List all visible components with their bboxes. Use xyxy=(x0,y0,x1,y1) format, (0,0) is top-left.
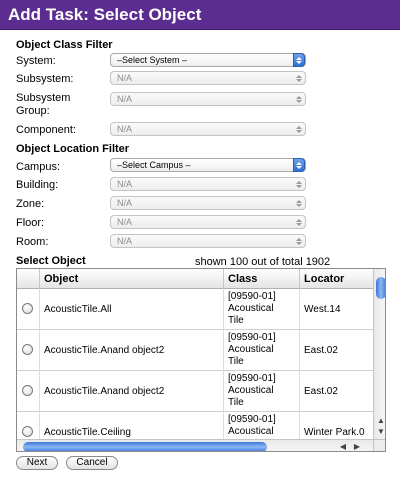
row-radio[interactable] xyxy=(22,303,33,314)
vertical-scroll-thumb[interactable] xyxy=(376,277,385,299)
locator-cell: East.02 xyxy=(299,371,373,412)
location-filter-heading: Object Location Filter xyxy=(16,143,130,155)
class-cell: [09590-01] Acoustical Tile xyxy=(223,371,299,412)
select-arrows-icon xyxy=(293,158,305,172)
system-label: System: xyxy=(16,55,56,67)
subsystem-label: Subsystem: xyxy=(16,73,74,85)
vertical-scrollbar[interactable]: ▲ ▼ xyxy=(373,269,385,439)
locator-cell: Winter Park.0 xyxy=(299,412,373,439)
campus-select-value: –Select Campus – xyxy=(117,160,191,170)
building-select-value: N/A xyxy=(117,179,133,189)
object-cell: AcousticTile.Ceiling xyxy=(39,412,223,439)
subsystem-group-select-value: N/A xyxy=(117,94,133,104)
radio-column-header xyxy=(17,269,39,289)
scroll-corner xyxy=(373,439,385,451)
cancel-button[interactable]: Cancel xyxy=(66,456,118,470)
component-select-value: N/A xyxy=(117,124,133,134)
floor-select-value: N/A xyxy=(117,217,133,227)
room-select[interactable]: N/A xyxy=(110,234,306,248)
select-arrows-icon xyxy=(293,122,305,136)
row-radio[interactable] xyxy=(22,344,33,355)
class-cell: [09590-01] Acoustical Tile xyxy=(223,330,299,371)
select-arrows-icon xyxy=(293,196,305,210)
object-cell: AcousticTile.Anand object2 xyxy=(39,371,223,412)
room-select-value: N/A xyxy=(117,236,133,246)
component-select[interactable]: N/A xyxy=(110,122,306,136)
select-arrows-icon xyxy=(293,177,305,191)
subsystem-group-label: Subsystem Group: xyxy=(16,92,71,117)
class-column-header[interactable]: Class xyxy=(223,269,299,289)
table-row[interactable]: AcousticTile.All [09590-01] Acoustical T… xyxy=(17,289,373,330)
select-arrows-icon xyxy=(293,53,305,67)
object-table: Object Class Locator AcousticTile.All [0… xyxy=(16,268,386,452)
locator-column-header[interactable]: Locator xyxy=(299,269,373,289)
subsystem-select[interactable]: N/A xyxy=(110,71,306,85)
campus-label: Campus: xyxy=(16,161,61,173)
shown-count: shown 100 out of total 1902 xyxy=(195,256,331,268)
table-header: Object Class Locator xyxy=(17,269,373,289)
object-column-header[interactable]: Object xyxy=(39,269,223,289)
zone-select[interactable]: N/A xyxy=(110,196,306,210)
class-cell: [09590-01] Acoustical xyxy=(223,412,299,439)
horizontal-scroll-thumb[interactable] xyxy=(23,442,267,451)
system-select[interactable]: –Select System – xyxy=(110,53,306,67)
subsystem-group-select[interactable]: N/A xyxy=(110,92,306,106)
horizontal-scrollbar[interactable]: ◀ ▶ xyxy=(17,439,373,451)
object-cell: AcousticTile.Anand object2 xyxy=(39,330,223,371)
system-select-value: –Select System – xyxy=(117,55,188,65)
select-arrows-icon xyxy=(293,92,305,106)
row-radio[interactable] xyxy=(22,385,33,396)
table-row[interactable]: AcousticTile.Anand object2 [09590-01] Ac… xyxy=(17,371,373,412)
row-radio[interactable] xyxy=(22,426,33,437)
select-object-heading: Select Object xyxy=(16,255,86,267)
scroll-down-icon[interactable]: ▼ xyxy=(374,426,385,438)
select-arrows-icon xyxy=(293,215,305,229)
class-cell: [09590-01] Acoustical Tile xyxy=(223,289,299,330)
next-button[interactable]: Next xyxy=(16,456,58,470)
table-row[interactable]: AcousticTile.Anand object2 [09590-01] Ac… xyxy=(17,330,373,371)
building-select[interactable]: N/A xyxy=(110,177,306,191)
component-label: Component: xyxy=(16,124,76,136)
class-filter-heading: Object Class Filter xyxy=(16,39,113,51)
scroll-left-icon[interactable]: ◀ xyxy=(337,440,349,451)
zone-label: Zone: xyxy=(16,198,45,210)
floor-select[interactable]: N/A xyxy=(110,215,306,229)
dialog-titlebar: Add Task: Select Object xyxy=(0,0,400,30)
zone-select-value: N/A xyxy=(117,198,133,208)
room-label: Room: xyxy=(16,236,49,248)
table-row[interactable]: AcousticTile.Ceiling [09590-01] Acoustic… xyxy=(17,412,373,439)
campus-select[interactable]: –Select Campus – xyxy=(110,158,306,172)
scroll-right-icon[interactable]: ▶ xyxy=(351,440,363,451)
subsystem-select-value: N/A xyxy=(117,73,133,83)
floor-label: Floor: xyxy=(16,217,45,229)
locator-cell: West.14 xyxy=(299,289,373,330)
object-cell: AcousticTile.All xyxy=(39,289,223,330)
select-arrows-icon xyxy=(293,234,305,248)
building-label: Building: xyxy=(16,179,59,191)
locator-cell: East.02 xyxy=(299,330,373,371)
table-body: AcousticTile.All [09590-01] Acoustical T… xyxy=(17,289,373,439)
dialog-title: Add Task: Select Object xyxy=(8,5,202,24)
select-arrows-icon xyxy=(293,71,305,85)
